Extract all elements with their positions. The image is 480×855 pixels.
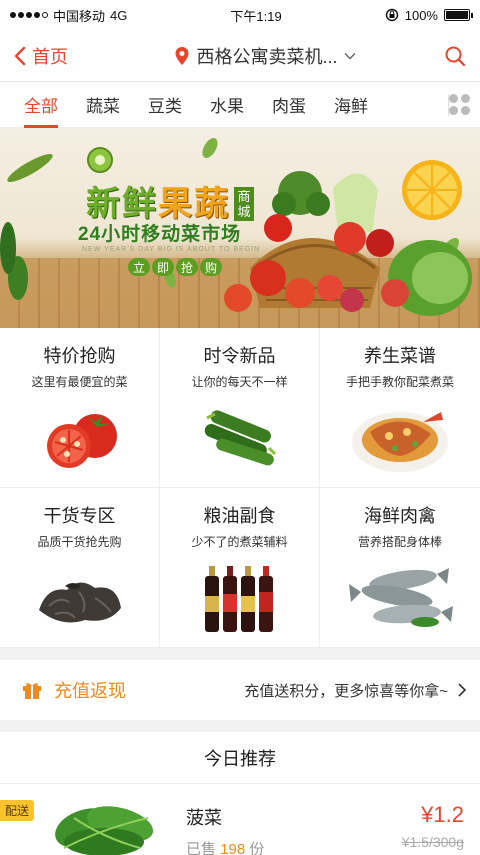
category-title: 干货专区 (43, 506, 116, 526)
chevron-left-icon (14, 46, 26, 65)
tab-meat-eggs[interactable]: 肉蛋 (258, 82, 320, 128)
category-subtitle: 这里有最便宜的菜 (31, 375, 128, 389)
location-pin-icon (175, 46, 189, 65)
banner-btn-char: 即 (152, 258, 174, 276)
sold-count: 198 (220, 841, 246, 855)
tab-seafood[interactable]: 海鲜 (320, 82, 382, 128)
chevron-down-icon (343, 52, 356, 60)
chevron-right-icon (458, 683, 466, 697)
banner-buy-button[interactable]: 立 即 抢 购 (128, 258, 222, 276)
tomato-icon (46, 414, 117, 468)
category-grid: 特价抢购 这里有最便宜的菜 时令新品 让你的每天不一样 养生菜谱 手把手教你配菜… (0, 328, 480, 648)
category-seafood-meat[interactable]: 海鲜肉禽 营养搭配身体棒 (320, 488, 480, 648)
banner-title-main: 新鲜果蔬 (86, 176, 230, 225)
location-label: 西格公寓卖菜机... (196, 46, 338, 67)
banner-btn-char: 购 (200, 258, 222, 276)
banner-english: NEW YEAR'S DAY BIG IS ABOUT TO BEGIN (82, 246, 261, 253)
product-card[interactable]: 配送 菠菜 已售 198 份 ¥1.2 ¥1.5/300g (0, 784, 480, 855)
category-subtitle: 手把手教你配菜煮菜 (345, 375, 454, 389)
carrier-label: 中国移动 (53, 8, 106, 24)
category-title: 时令新品 (203, 346, 276, 366)
sauce-bottles-icon (204, 566, 273, 632)
back-button[interactable]: 首页 (14, 43, 94, 69)
category-subtitle: 营养搭配身体棒 (357, 535, 442, 549)
product-price: ¥1.2 ¥1.5/300g (402, 802, 464, 850)
sold-prefix: 已售 (186, 841, 217, 855)
tab-all[interactable]: 全部 (10, 82, 72, 128)
network-label: 4G (110, 7, 128, 23)
promo-banner[interactable]: 新鲜果蔬 商城 24小时移动菜市场 NEW YEAR'S DAY BIG IS … (0, 128, 480, 328)
cucumber-icon (204, 410, 276, 466)
category-dried-goods[interactable]: 干货专区 品质干货抢先购 (0, 488, 160, 648)
category-title: 特价抢购 (43, 346, 116, 366)
banner-title: 新鲜果蔬 商城 (86, 176, 254, 225)
sold-unit: 份 (249, 841, 265, 855)
category-subtitle: 让你的每天不一样 (191, 375, 288, 389)
more-categories-icon[interactable] (448, 94, 470, 116)
battery-percent: 100% (404, 7, 438, 23)
category-subtitle: 少不了的煮菜辅料 (191, 535, 288, 549)
delivery-badge: 配送 (0, 800, 35, 821)
promo-right: 充值送积分，更多惊喜等你拿~ (244, 680, 466, 701)
category-grain-oil[interactable]: 粮油副食 少不了的煮菜辅料 (160, 488, 320, 648)
category-title: 粮油副食 (203, 506, 276, 526)
signal-icon (10, 12, 48, 18)
spinach-image (55, 806, 154, 855)
status-right: 100% (385, 7, 473, 23)
promo-label: 充值返现 (54, 681, 126, 701)
product-sold: 已售 198 份 (186, 838, 264, 855)
tab-vegetables[interactable]: 蔬菜 (72, 82, 134, 128)
banner-btn-char: 抢 (176, 258, 198, 276)
banner-subtitle: 24小时移动菜市场 (78, 224, 242, 245)
tab-fruit[interactable]: 水果 (196, 82, 258, 128)
current-price: ¥1.2 (421, 802, 464, 827)
promo-left: 充值返现 (22, 677, 126, 703)
category-seasonal[interactable]: 时令新品 让你的每天不一样 (160, 328, 320, 488)
search-button[interactable] (436, 45, 466, 67)
tab-beans[interactable]: 豆类 (134, 82, 196, 128)
banner-title-a: 新鲜 (86, 185, 158, 223)
section-title: 今日推荐 (0, 732, 480, 784)
category-tabs: 全部 蔬菜 豆类 水果 肉蛋 海鲜 (0, 82, 480, 128)
category-recipes[interactable]: 养生菜谱 手把手教你配菜煮菜 (320, 328, 480, 488)
category-title: 养生菜谱 (364, 346, 436, 366)
category-title: 海鲜肉禽 (364, 506, 436, 526)
battery-icon (443, 9, 473, 21)
product-name: 菠菜 (186, 808, 222, 828)
banner-title-b: 果蔬 (158, 185, 230, 223)
category-subtitle: 品质干货抢先购 (37, 535, 122, 549)
search-icon (445, 46, 466, 66)
gift-icon (23, 683, 41, 699)
back-label: 首页 (32, 46, 68, 67)
product-info: 菠菜 已售 198 份 (186, 784, 264, 855)
category-specials[interactable]: 特价抢购 这里有最便宜的菜 (0, 328, 160, 488)
nav-bar: 首页 西格公寓卖菜机... (0, 30, 480, 82)
dried-fungus-icon (38, 582, 121, 623)
recharge-promo[interactable]: 充值返现 充值送积分，更多惊喜等你拿~ (0, 660, 480, 720)
location-selector[interactable]: 西格公寓卖菜机... (94, 43, 436, 69)
status-bar: 中国移动 4G 下午1:19 100% (0, 0, 480, 30)
fish-icon (349, 568, 453, 627)
status-time: 下午1:19 (230, 8, 282, 24)
banner-title-side: 商城 (234, 187, 254, 221)
original-price: ¥1.5/300g (401, 834, 464, 850)
rotation-lock-icon (385, 8, 398, 22)
banner-btn-char: 立 (128, 258, 150, 276)
status-left: 中国移动 4G (10, 6, 127, 25)
dish-icon (352, 412, 448, 472)
promo-detail: 充值送积分，更多惊喜等你拿~ (244, 682, 448, 700)
